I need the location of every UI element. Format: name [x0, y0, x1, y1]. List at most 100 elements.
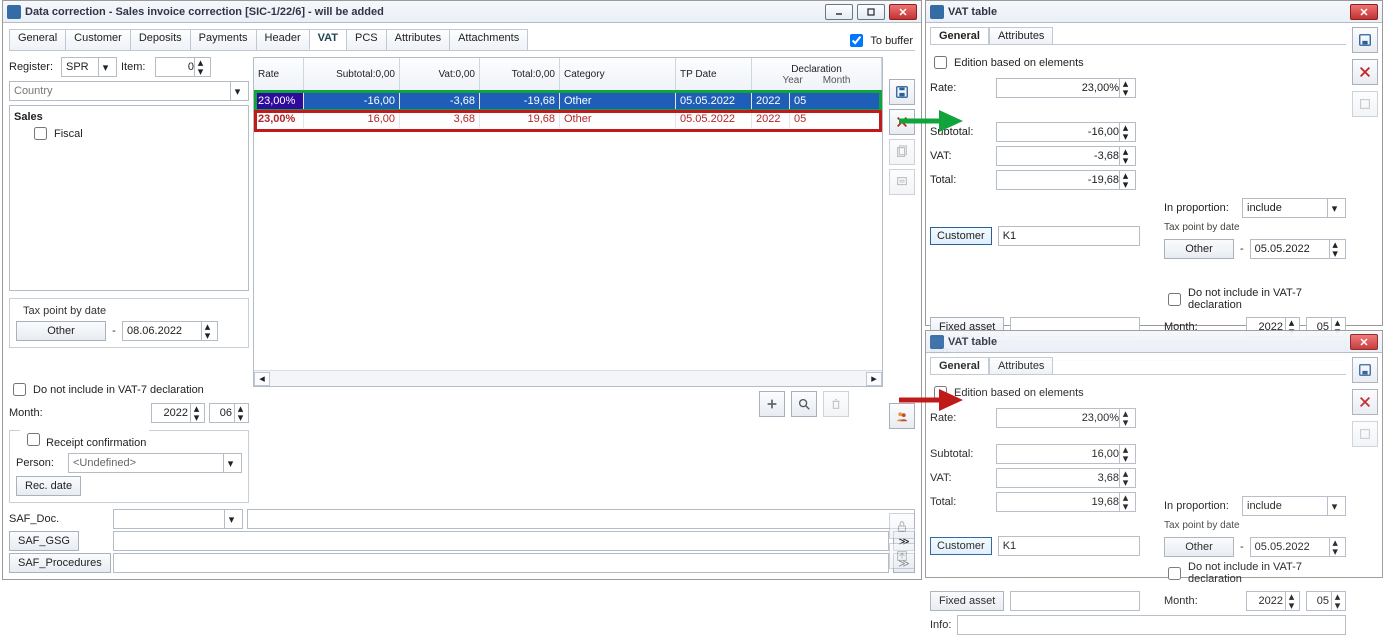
vat1-subtotal-input[interactable]: -16,00▴▾ — [996, 122, 1136, 142]
vat1-delete-button[interactable] — [1352, 59, 1378, 85]
vat2-rate-input[interactable]: 23,00%▴▾ — [996, 408, 1136, 428]
person-combo[interactable]: <Undefined>▾ — [68, 453, 242, 473]
close-button[interactable] — [889, 4, 917, 20]
vat1-vat-input[interactable]: -3,68▴▾ — [996, 146, 1136, 166]
vat2-tpbd-date[interactable]: 05.05.2022▴▾ — [1250, 537, 1346, 557]
vat2-tab-general[interactable]: General — [930, 357, 989, 374]
col-tpdate[interactable]: TP Date — [680, 69, 747, 80]
more-button[interactable] — [889, 169, 915, 195]
vat-grid[interactable]: Rate Subtotal:0,00 Vat:0,00 Total:0,00 C… — [253, 57, 883, 387]
tab-pcs[interactable]: PCS — [346, 29, 387, 50]
vat1-tpbd-button[interactable]: Other — [1164, 239, 1234, 259]
vat2-customer-input[interactable]: K1 — [998, 536, 1140, 556]
vat1-customer-button[interactable]: Customer — [930, 227, 992, 245]
vat2-total-input[interactable]: 19,68▴▾ — [996, 492, 1136, 512]
col-declaration[interactable]: Declaration — [791, 64, 842, 75]
no-vat7-checkbox[interactable] — [13, 383, 26, 396]
grid-row-selected[interactable]: 23,00% -16,00 -3,68 -19,68 Other 05.05.2… — [254, 92, 882, 110]
grid-row[interactable]: 23,00% 16,00 3,68 19,68 Other 05.05.2022… — [254, 110, 882, 128]
tab-attributes[interactable]: Attributes — [386, 29, 450, 50]
tab-attachments[interactable]: Attachments — [449, 29, 528, 50]
vat2-tpbd-button[interactable]: Other — [1164, 537, 1234, 557]
tab-vat[interactable]: VAT — [309, 29, 347, 50]
vat2-month-mon[interactable]: 05▴▾ — [1306, 591, 1346, 611]
vat1-tab-attributes[interactable]: Attributes — [989, 27, 1053, 44]
vat2-month-year[interactable]: 2022▴▾ — [1246, 591, 1300, 611]
saf-doc-combo[interactable]: ▾ — [113, 509, 243, 529]
vat1-save-button[interactable] — [1352, 27, 1378, 53]
col-total[interactable]: Total:0,00 — [484, 69, 555, 80]
search-row-button[interactable] — [791, 391, 817, 417]
vat2-vat-input[interactable]: 3,68▴▾ — [996, 468, 1136, 488]
main-titlebar: Data correction - Sales invoice correcti… — [3, 1, 921, 23]
fiscal-checkbox[interactable] — [34, 127, 47, 140]
col-vat[interactable]: Vat:0,00 — [404, 69, 475, 80]
country-combo[interactable]: Country▾ — [9, 81, 249, 101]
delete-row-button[interactable] — [823, 391, 849, 417]
saf-gsg-button[interactable]: SAF_GSG — [9, 531, 79, 551]
tax-point-date[interactable]: 08.06.2022▴▾ — [122, 321, 218, 341]
vat2-customer-button[interactable]: Customer — [930, 537, 992, 555]
grid-scrollbar[interactable]: ◂ ▸ — [254, 370, 882, 386]
maximize-button[interactable] — [857, 4, 885, 20]
annotation-arrow-green — [895, 106, 965, 136]
vat2-tab-attributes[interactable]: Attributes — [989, 357, 1053, 374]
window-title: Data correction - Sales invoice correcti… — [25, 6, 821, 18]
save-button[interactable] — [889, 79, 915, 105]
col-subtotal[interactable]: Subtotal:0,00 — [308, 69, 395, 80]
registers-tree[interactable]: Sales Fiscal — [9, 105, 249, 291]
vat1-tpbd-date[interactable]: 05.05.2022▴▾ — [1250, 239, 1346, 259]
lock-button[interactable] — [889, 513, 915, 539]
vat2-save-button[interactable] — [1352, 357, 1378, 383]
vat1-rate-input[interactable]: 23,00%▴▾ — [996, 78, 1136, 98]
export-button[interactable] — [889, 543, 915, 569]
col-rate[interactable]: Rate — [258, 69, 299, 80]
tab-general[interactable]: General — [9, 29, 66, 50]
scroll-left-icon[interactable]: ◂ — [254, 372, 270, 386]
minimize-button[interactable] — [825, 4, 853, 20]
cell-rate: 23,00% — [254, 110, 304, 128]
close-button[interactable] — [1350, 4, 1378, 20]
tree-root[interactable]: Sales — [14, 110, 244, 124]
tax-point-group: Tax point by date Other - 08.06.2022▴▾ — [9, 298, 249, 348]
saf-proc-button[interactable]: SAF_Procedures — [9, 553, 111, 573]
vat2-fixed-asset-input[interactable] — [1010, 591, 1140, 611]
tab-deposits[interactable]: Deposits — [130, 29, 191, 50]
rec-date-button[interactable]: Rec. date — [16, 476, 81, 496]
saf-proc-input[interactable] — [113, 553, 889, 573]
col-category[interactable]: Category — [564, 69, 671, 80]
vat1-total-input[interactable]: -19,68▴▾ — [996, 170, 1136, 190]
vat1-customer-input[interactable]: K1 — [998, 226, 1140, 246]
add-row-button[interactable] — [759, 391, 785, 417]
tab-customer[interactable]: Customer — [65, 29, 131, 50]
month-year-input[interactable]: 2022▴▾ — [151, 403, 205, 423]
vat1-tab-general[interactable]: General — [930, 27, 989, 44]
vat2-extra-button[interactable] — [1352, 421, 1378, 447]
saf-gsg-input[interactable] — [113, 531, 889, 551]
to-buffer-checkbox[interactable] — [850, 34, 863, 47]
saf-doc-input[interactable] — [247, 509, 915, 529]
tab-payments[interactable]: Payments — [190, 29, 257, 50]
vat2-subtotal-input[interactable]: 16,00▴▾ — [996, 444, 1136, 464]
copy-button[interactable] — [889, 139, 915, 165]
tree-child[interactable]: Fiscal — [14, 124, 244, 143]
vat1-edition-checkbox[interactable] — [934, 56, 947, 69]
item-spinner[interactable]: 0▴▾ — [155, 57, 211, 77]
vat2-delete-button[interactable] — [1352, 389, 1378, 415]
vat-table-window-2: VAT table General Attributes Edition bas… — [925, 330, 1383, 578]
tax-point-category-button[interactable]: Other — [16, 321, 106, 341]
scroll-right-icon[interactable]: ▸ — [866, 372, 882, 386]
vat2-subtotal-label: Subtotal: — [930, 448, 990, 460]
receipt-checkbox[interactable] — [27, 433, 40, 446]
month-mon-input[interactable]: 06▴▾ — [209, 403, 249, 423]
tab-header[interactable]: Header — [256, 29, 310, 50]
vat1-novat7-checkbox[interactable] — [1168, 293, 1181, 306]
vat1-extra-button[interactable] — [1352, 91, 1378, 117]
vat2-info-input[interactable] — [957, 615, 1346, 635]
vat2-fixed-asset-button[interactable]: Fixed asset — [930, 591, 1004, 611]
vat1-inprop-combo[interactable]: include▾ — [1242, 198, 1346, 218]
vat2-inprop-combo[interactable]: include▾ — [1242, 496, 1346, 516]
register-combo[interactable]: SPR▾ — [61, 57, 117, 77]
vat2-novat7-checkbox[interactable] — [1168, 567, 1181, 580]
close-button[interactable] — [1350, 334, 1378, 350]
